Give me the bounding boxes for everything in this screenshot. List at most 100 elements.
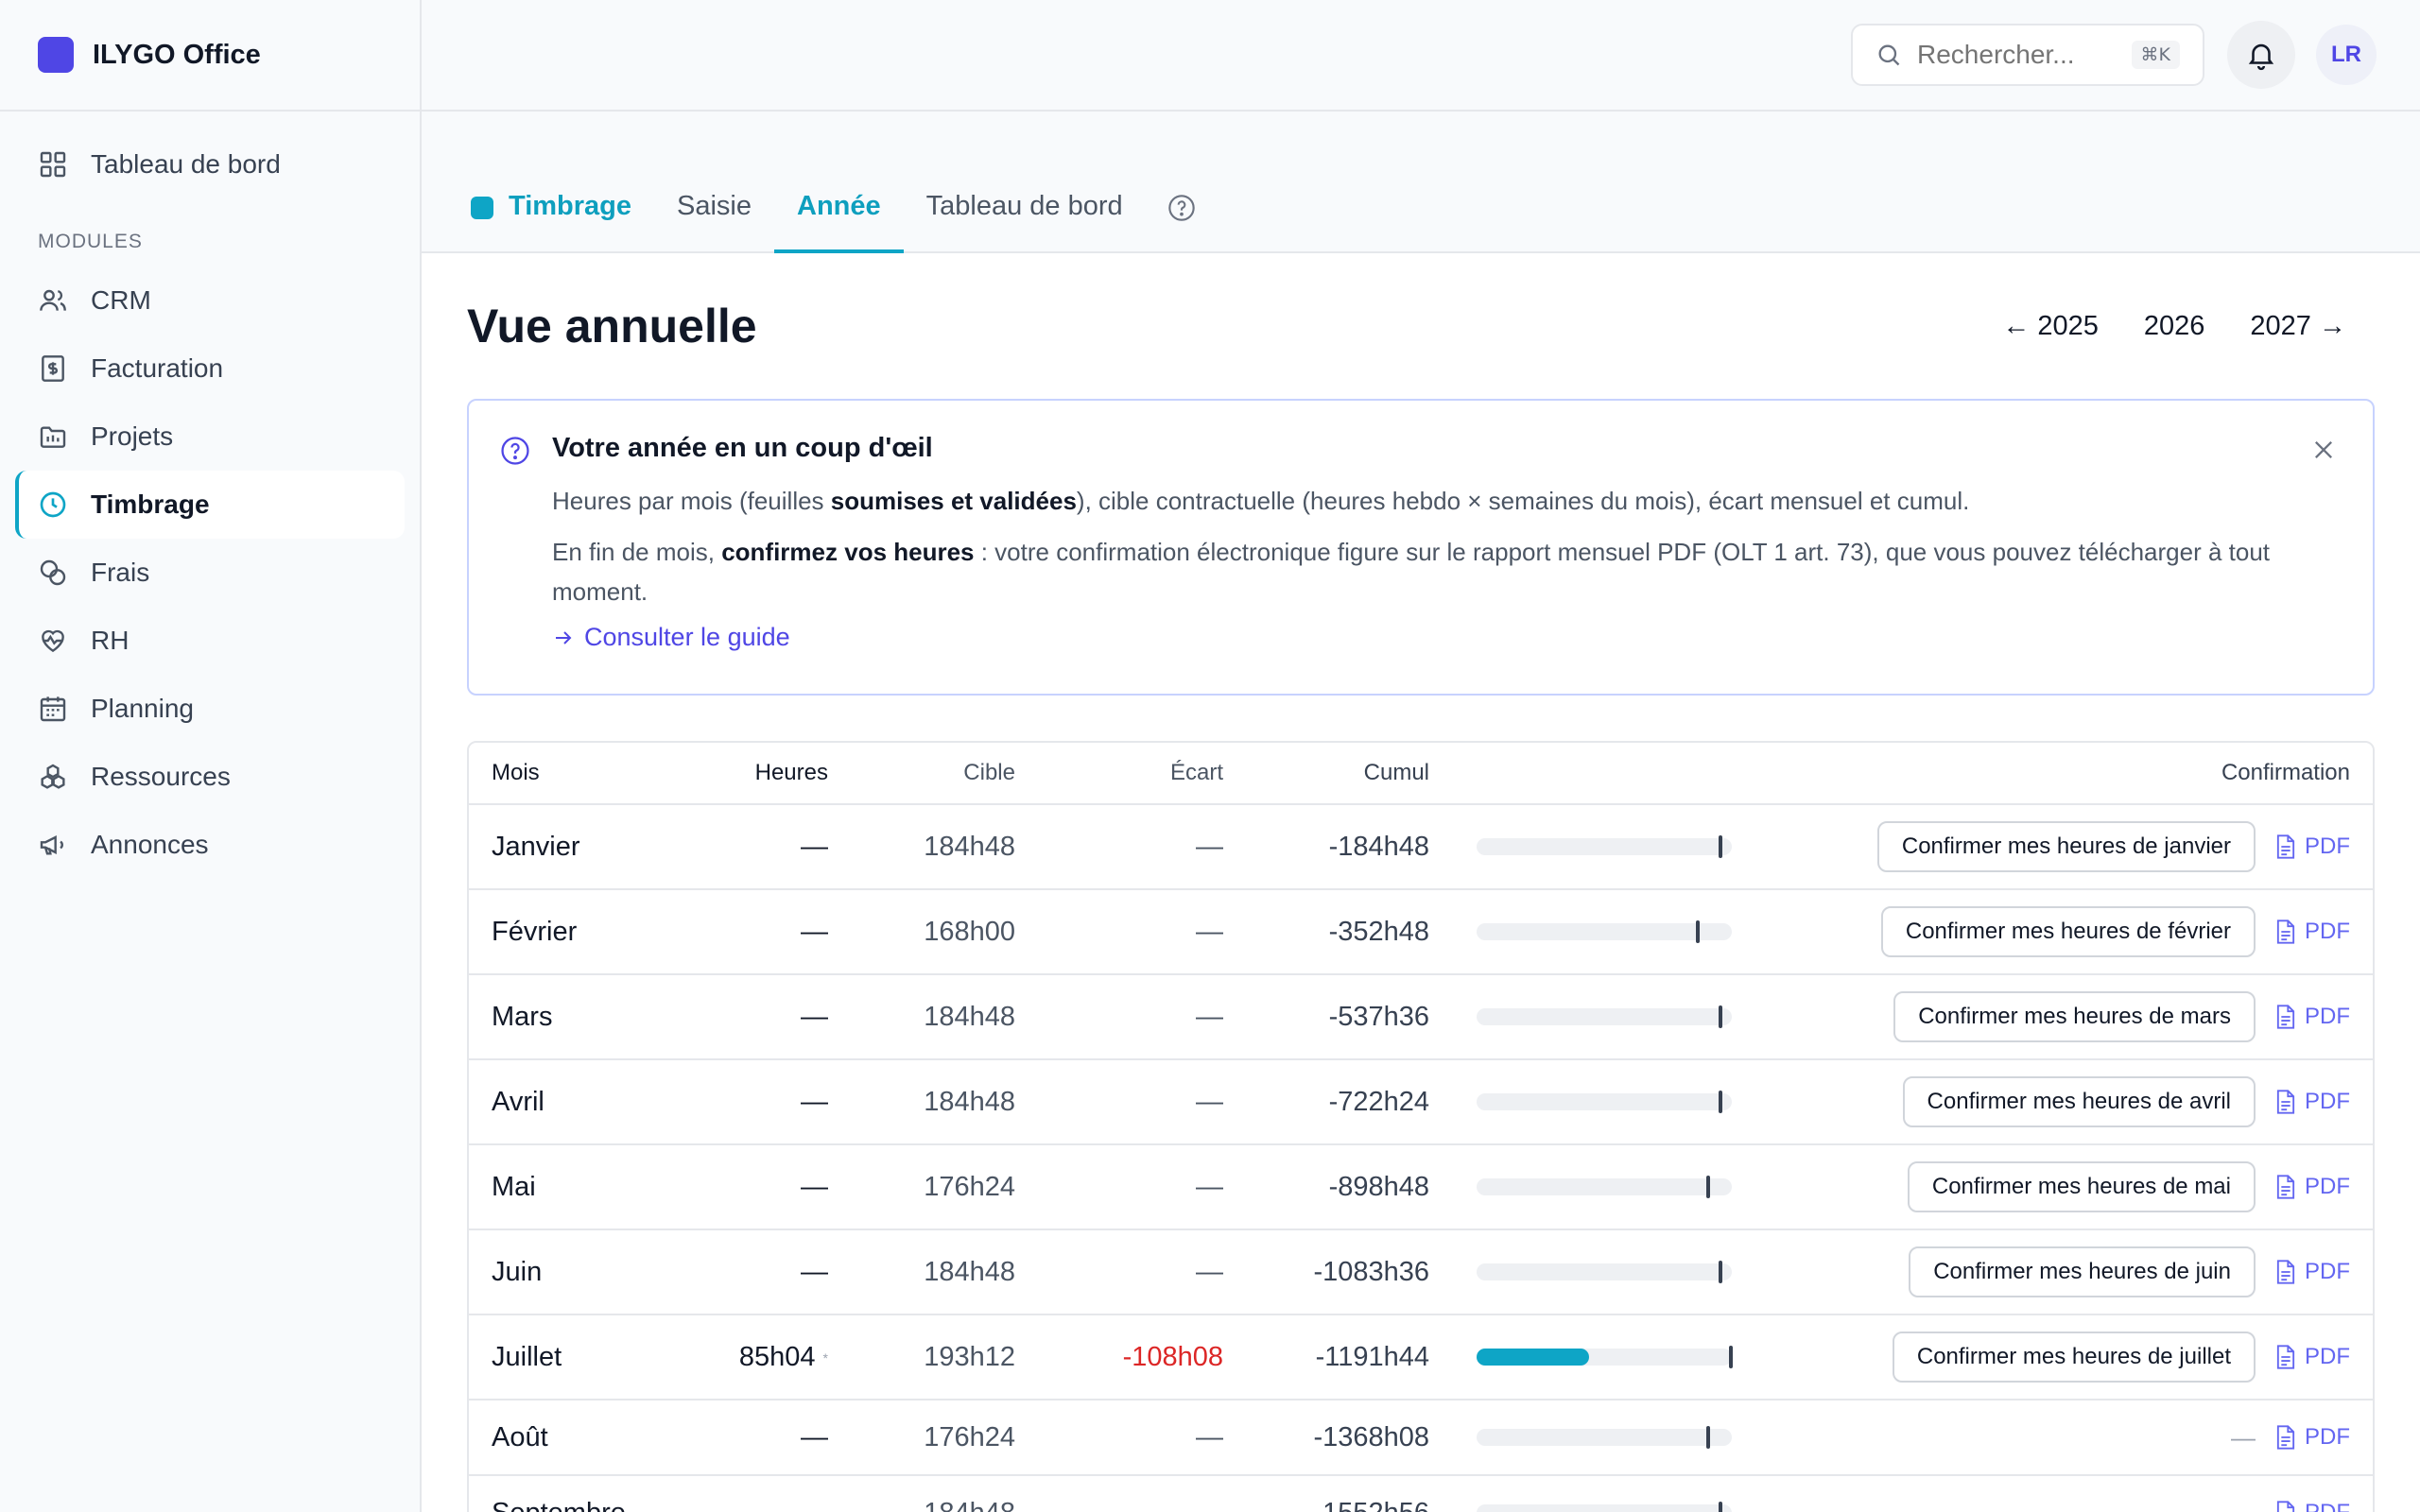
notifications-button[interactable] <box>2227 21 2295 89</box>
confirm-button[interactable]: Confirmer mes heures de juillet <box>1892 1332 2256 1383</box>
grid-icon <box>38 149 68 180</box>
cell-heures: — <box>801 1001 828 1032</box>
confirm-button[interactable]: Confirmer mes heures de janvier <box>1876 821 2256 872</box>
pdf-link[interactable]: PDF <box>2274 1424 2350 1451</box>
pdf-link[interactable]: PDF <box>2274 1004 2350 1030</box>
progress-fill <box>1477 1349 1589 1366</box>
invoice-icon <box>38 353 68 384</box>
guide-link[interactable]: Consulter le guide <box>552 623 2335 652</box>
table-row: Avril — 184h48 — -722h24 Confirmer mes heures… <box>469 1060 2373 1145</box>
target-marker <box>1719 1005 1723 1028</box>
progress-bar <box>1477 1091 1732 1113</box>
search-box[interactable]: ⌘K <box>1851 24 2204 86</box>
pdf-link[interactable]: PDF <box>2274 833 2350 860</box>
table-row: Août — 176h24 — -1368h08 — PDF <box>469 1400 2373 1476</box>
cell-cumul: -1552h56 <box>1223 1498 1429 1512</box>
sidebar-item-planning[interactable]: Planning <box>15 675 405 743</box>
brand[interactable]: ILYGO Office <box>0 0 420 112</box>
sidebar-item-timbrage[interactable]: Timbrage <box>15 471 405 539</box>
target-marker <box>1719 835 1723 858</box>
pdf-link[interactable]: PDF <box>2274 1259 2350 1285</box>
cell-heures: — <box>801 1256 828 1287</box>
info-panel: Votre année en un coup d'œil Heures par … <box>467 399 2375 696</box>
tab-module-timbrage[interactable]: Timbrage <box>467 191 654 251</box>
sidebar-item-label: Annonces <box>91 830 209 859</box>
boxes-icon <box>38 762 68 792</box>
sidebar-item-dashboard[interactable]: Tableau de bord <box>15 130 405 198</box>
sidebar-item-projets[interactable]: Projets <box>15 403 405 471</box>
pdf-link[interactable]: PDF <box>2274 1344 2350 1370</box>
tab-saisie[interactable]: Saisie <box>654 191 774 251</box>
search-input[interactable] <box>1917 40 2116 70</box>
table-row: Mai — 176h24 — -898h48 Confirmer mes heures d… <box>469 1145 2373 1230</box>
target-marker <box>1719 1502 1723 1512</box>
current-year[interactable]: 2026 <box>2144 311 2205 342</box>
sidebar-item-label: RH <box>91 626 130 655</box>
cell-cumul: -352h48 <box>1328 916 1429 947</box>
sidebar-item-facturation[interactable]: Facturation <box>15 335 405 403</box>
cell-cumul: -722h24 <box>1328 1086 1429 1117</box>
file-icon <box>2276 1175 2295 1199</box>
table-row: Mars — 184h48 — -537h36 Confirmer mes heures … <box>469 975 2373 1060</box>
file-icon <box>2276 1090 2295 1114</box>
tab-annee[interactable]: Année <box>774 191 904 253</box>
pdf-link[interactable]: PDF <box>2274 919 2350 945</box>
topbar: ⌘K LR <box>422 0 2420 112</box>
sidebar-item-ressources[interactable]: Ressources <box>15 743 405 811</box>
cell-progress <box>1429 1346 1733 1368</box>
cell-cible: 176h24 <box>924 1171 1015 1202</box>
cell-progress <box>1429 1091 1732 1113</box>
calendar-icon <box>38 694 68 724</box>
help-icon[interactable] <box>1167 193 1197 223</box>
sidebar-section-label: MODULES <box>38 231 143 252</box>
confirm-button[interactable]: Confirmer mes heures de mars <box>1893 991 2256 1042</box>
cell-heures: — <box>801 1421 828 1452</box>
confirm-button[interactable]: Confirmer mes heures de juin <box>1909 1246 2256 1297</box>
cell-heures: — <box>801 831 828 862</box>
progress-bar <box>1477 1426 1732 1449</box>
pdf-link[interactable]: PDF <box>2274 1500 2350 1512</box>
close-icon[interactable] <box>2310 437 2337 463</box>
cell-cumul: -1368h08 <box>1313 1421 1429 1452</box>
prev-year-button[interactable]: ← 2025 <box>2002 311 2099 342</box>
sidebar-item-label: Tableau de bord <box>91 149 281 179</box>
heart-pulse-icon <box>38 626 68 656</box>
sidebar-item-label: Facturation <box>91 353 224 383</box>
header-cible: Cible <box>963 760 1015 785</box>
pdf-link[interactable]: PDF <box>2274 1089 2350 1115</box>
clock-icon <box>38 490 68 520</box>
cell-mois: Avril <box>492 1086 544 1117</box>
cell-cumul: -898h48 <box>1328 1171 1429 1202</box>
sidebar-item-annonces[interactable]: Annonces <box>15 811 405 879</box>
confirm-button[interactable]: Confirmer mes heures de mai <box>1907 1161 2256 1212</box>
progress-bar <box>1477 1005 1732 1028</box>
cell-cumul: -537h36 <box>1328 1001 1429 1032</box>
avatar[interactable]: LR <box>2316 25 2377 85</box>
cell-progress <box>1429 1176 1732 1198</box>
cell-heures: — <box>801 1086 828 1117</box>
next-year-button[interactable]: 2027 → <box>2250 311 2346 342</box>
file-icon <box>2276 1005 2295 1029</box>
confirm-button[interactable]: Confirmer mes heures de avril <box>1902 1076 2256 1127</box>
progress-bar <box>1477 1261 1732 1283</box>
cell-ecart: — <box>1196 1086 1223 1117</box>
cell-cible: 176h24 <box>924 1421 1015 1452</box>
table-body: Janvier —184h48— -184h48 Confirmer mes heur… <box>469 805 2373 1512</box>
megaphone-icon <box>38 830 68 860</box>
cell-mois: Juillet <box>492 1341 562 1372</box>
cell-heures: — <box>801 1171 828 1202</box>
pdf-link[interactable]: PDF <box>2274 1174 2350 1200</box>
content: Vue annuelle ← 2025 2026 2027 → Votre an… <box>422 253 2420 1512</box>
info-paragraph-1: Heures par mois (feuilles soumises et va… <box>552 487 1970 515</box>
sidebar-item-crm[interactable]: CRM <box>15 266 405 335</box>
cell-ecart: — <box>1196 831 1223 862</box>
cell-confirmation: — PDF <box>1713 1423 2373 1452</box>
confirm-button[interactable]: Confirmer mes heures de février <box>1880 906 2256 957</box>
sidebar-item-frais[interactable]: Frais <box>15 539 405 607</box>
sidebar-item-rh[interactable]: RH <box>15 607 405 675</box>
progress-bar <box>1477 1176 1732 1198</box>
tab-tableau-de-bord[interactable]: Tableau de bord <box>904 191 1146 251</box>
cell-mois: Janvier <box>492 831 580 862</box>
cell-ecart: — <box>1196 1171 1223 1202</box>
cell-heures: 85h04 * <box>738 1341 828 1372</box>
